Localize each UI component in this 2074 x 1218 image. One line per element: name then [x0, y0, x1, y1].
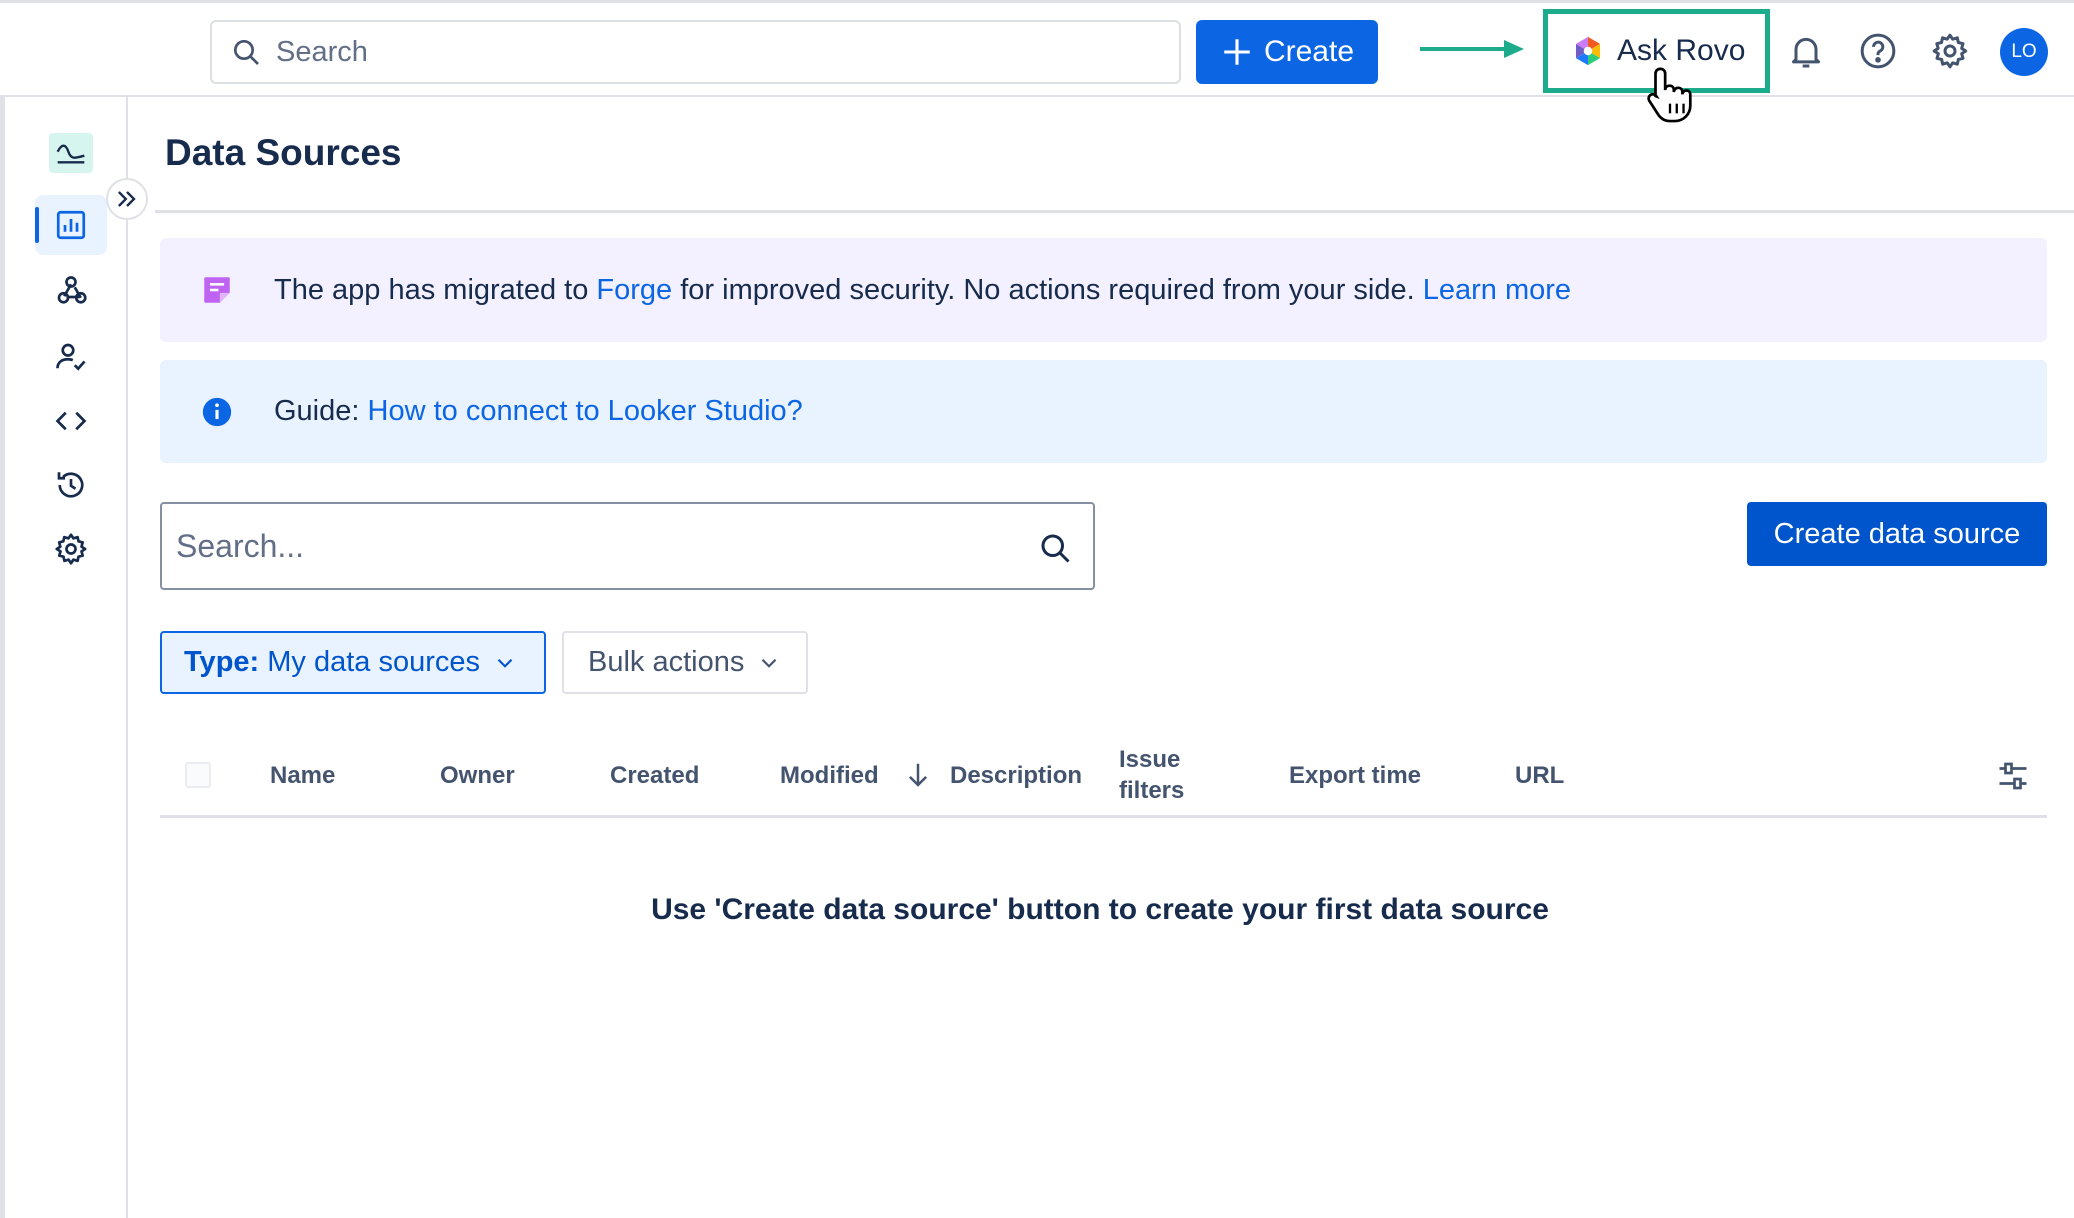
history-icon — [57, 472, 84, 498]
sidebar-item-history[interactable] — [35, 455, 107, 515]
column-settings-icon[interactable] — [1995, 758, 2031, 794]
learn-more-link[interactable]: Learn more — [1423, 274, 1571, 306]
migration-text-after: for improved security. No actions requir… — [672, 273, 1423, 306]
column-header-export-time[interactable]: Export time — [1289, 760, 1421, 791]
sidebar-expand-button[interactable] — [106, 178, 148, 220]
top-navigation-bar: Search Create Ask Rovo LO — [0, 0, 2074, 123]
empty-state-message: Use 'Create data source' button to creat… — [651, 893, 1549, 926]
column-header-description[interactable]: Description — [950, 760, 1082, 791]
migration-text-before: The app has migrated to — [274, 273, 597, 306]
create-button-label: Create — [1263, 35, 1355, 68]
sidebar-item-settings[interactable] — [35, 519, 107, 579]
sidebar-item-permissions[interactable] — [35, 327, 107, 387]
sidebar-item-data-sources[interactable] — [35, 195, 107, 255]
type-filter-value: My data sources — [259, 646, 481, 678]
app-logo-icon — [56, 144, 85, 164]
webhook-icon — [57, 276, 87, 304]
title-divider — [155, 210, 2074, 213]
type-filter-key: Type: — [184, 646, 260, 678]
column-header-issue-filters[interactable]: Issue filters — [1119, 744, 1184, 806]
bulk-actions-label: Bulk actions — [588, 646, 745, 678]
select-all-checkbox[interactable] — [185, 762, 211, 788]
search-icon — [234, 40, 259, 65]
looker-studio-guide-link[interactable]: How to connect to Looker Studio? — [368, 395, 803, 427]
code-icon — [55, 411, 87, 431]
sort-descending-icon[interactable] — [903, 758, 933, 792]
plus-icon — [1224, 39, 1250, 65]
user-avatar[interactable]: LO — [2000, 28, 2048, 76]
chevron-down-icon — [497, 658, 513, 668]
create-data-source-button[interactable]: Create data source — [1747, 502, 2047, 566]
settings-gear-icon[interactable] — [1930, 31, 1970, 71]
chevron-down-icon — [762, 658, 777, 668]
column-header-name[interactable]: Name — [270, 760, 335, 791]
column-header-url[interactable]: URL — [1515, 760, 1564, 791]
column-header-modified[interactable]: Modified — [780, 760, 879, 791]
app-logo[interactable] — [49, 133, 93, 173]
create-button[interactable]: Create — [1196, 20, 1378, 84]
app-sidebar — [0, 97, 128, 1218]
user-check-icon — [56, 343, 86, 371]
chart-icon — [56, 210, 86, 240]
annotation-arrow-icon — [1420, 40, 1524, 58]
forge-link[interactable]: Forge — [596, 274, 672, 306]
issue-filters-line2: filters — [1119, 777, 1185, 804]
page-title: Data Sources — [165, 132, 402, 173]
bulk-actions-dropdown[interactable]: Bulk actions — [562, 631, 808, 694]
rovo-logo-icon — [1575, 36, 1601, 66]
guide-banner: Guide: How to connect to Looker Studio? — [160, 360, 2047, 463]
type-filter-dropdown[interactable]: Type: My data sources — [160, 631, 546, 694]
column-header-created[interactable]: Created — [610, 760, 699, 791]
data-source-search-placeholder: Search... — [176, 527, 305, 564]
column-header-owner[interactable]: Owner — [440, 760, 515, 791]
table-header-row: Name Owner Created Modified Description … — [160, 736, 2047, 818]
global-search-placeholder: Search — [276, 35, 368, 68]
notification-bell-icon[interactable] — [1786, 31, 1826, 71]
sidebar-item-api[interactable] — [35, 391, 107, 451]
gear-icon — [55, 533, 87, 565]
chevrons-right-icon — [118, 191, 136, 207]
pointer-hand-cursor-icon — [1647, 67, 1692, 123]
global-search-input[interactable]: Search — [210, 20, 1181, 84]
guide-message: Guide: How to connect to Looker Studio? — [274, 395, 803, 428]
migration-banner: The app has migrated to Forge for improv… — [160, 238, 2047, 342]
note-icon — [204, 277, 230, 303]
migration-message: The app has migrated to Forge for improv… — [274, 274, 1571, 307]
guide-prefix: Guide: — [274, 395, 368, 427]
info-icon — [202, 397, 232, 426]
issue-filters-line1: Issue — [1119, 746, 1181, 773]
search-icon[interactable] — [1037, 530, 1073, 566]
ask-rovo-label: Ask Rovo — [1617, 34, 1746, 67]
data-source-search-input[interactable]: Search... — [160, 502, 1095, 590]
help-icon[interactable] — [1858, 31, 1898, 71]
sidebar-item-webhooks[interactable] — [35, 261, 107, 321]
